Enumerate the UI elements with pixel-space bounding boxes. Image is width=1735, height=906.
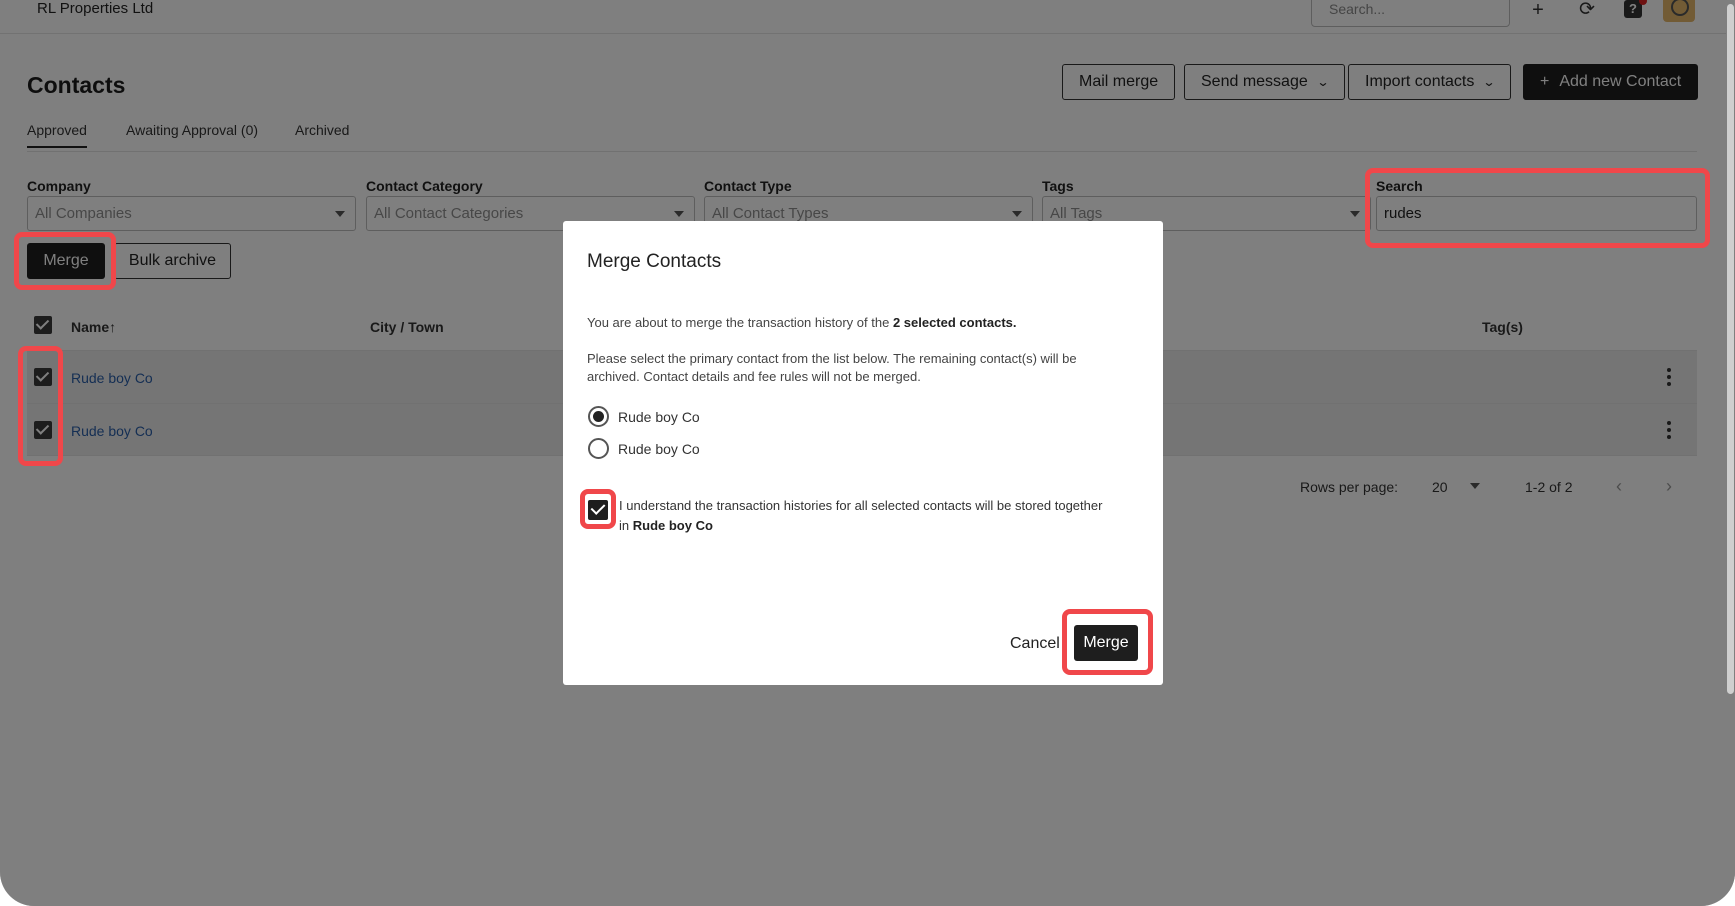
- cancel-button[interactable]: Cancel: [1010, 635, 1060, 653]
- dialog-intro-count: 2 selected contacts.: [892, 315, 1017, 330]
- primary-contact-option-label[interactable]: Rude boy Co: [618, 441, 700, 457]
- dialog-instructions: Please select the primary contact from t…: [587, 351, 1077, 384]
- primary-contact-option-label[interactable]: Rude boy Co: [618, 409, 700, 425]
- acknowledge-target-contact: Rude boy Co: [632, 518, 713, 533]
- merge-contacts-dialog: Merge Contacts You are about to merge th…: [563, 221, 1163, 685]
- acknowledge-text: I understand the transaction histories f…: [619, 496, 1109, 536]
- primary-contact-radio[interactable]: [588, 406, 609, 427]
- highlight-confirm-merge-button: [1062, 609, 1153, 675]
- highlight-row-checkboxes: [18, 346, 63, 466]
- app-frame: RL Properties Ltd Search... + ⟳ ? Contac…: [0, 0, 1735, 906]
- scrollbar-thumb[interactable]: [1727, 4, 1734, 694]
- dialog-title: Merge Contacts: [587, 251, 722, 272]
- dialog-intro: You are about to merge the transaction h…: [587, 314, 1127, 332]
- dialog-intro-text: You are about to merge the transaction h…: [587, 315, 893, 330]
- highlight-search-input: [1365, 168, 1710, 248]
- highlight-acknowledge-checkbox: [580, 489, 616, 529]
- primary-contact-radio[interactable]: [588, 438, 609, 459]
- highlight-merge-button: [14, 232, 116, 290]
